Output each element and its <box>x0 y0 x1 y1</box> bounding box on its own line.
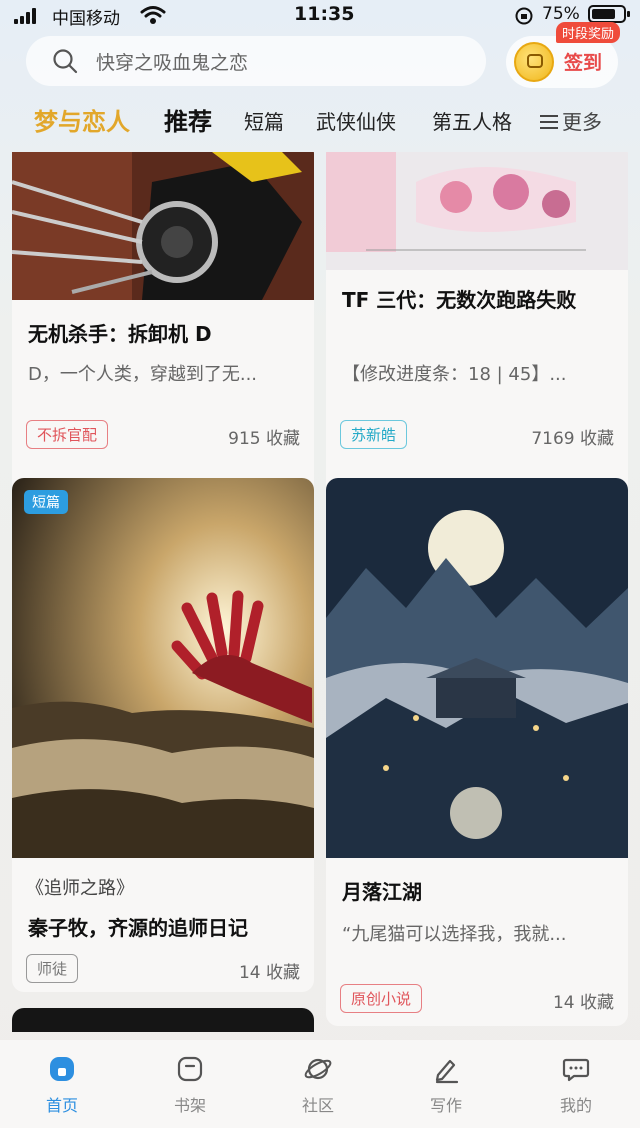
status-bar: 中国移动 11:35 75% <box>0 0 640 32</box>
clock: 11:35 <box>294 3 355 25</box>
nav-label: 社区 <box>301 1096 334 1115</box>
battery-percent: 75% <box>542 4 580 24</box>
nav-home[interactable]: 首页 <box>22 1054 102 1116</box>
search-placeholder: 快穿之吸血鬼之恋 <box>96 51 249 74</box>
book-title: 秦子牧，齐源的追师日记 <box>28 916 248 940</box>
bookshelf-icon <box>177 1056 203 1082</box>
coin-icon <box>514 42 554 82</box>
book-cover-image <box>326 478 628 858</box>
book-title: 月落江湖 <box>342 880 422 904</box>
category-tabs: 梦与恋人 推荐 短篇 武侠仙侠 第五人格 更多 <box>0 104 640 144</box>
book-tag[interactable]: 不拆官配 <box>26 420 109 449</box>
book-description: “九尾猫可以选择我，我就... <box>342 924 567 945</box>
book-tag[interactable]: 师徒 <box>26 954 79 983</box>
book-cover-image <box>12 478 314 858</box>
nav-community[interactable]: 社区 <box>278 1054 358 1116</box>
favorite-count: 7169 收藏 <box>531 429 614 449</box>
wifi-icon <box>140 6 166 24</box>
nav-profile[interactable]: 我的 <box>536 1054 616 1116</box>
book-description: D，一个人类，穿越到了无... <box>28 364 258 385</box>
search-input[interactable]: 快穿之吸血鬼之恋 <box>26 36 486 86</box>
checkin-button[interactable]: 签到 <box>506 36 618 88</box>
planet-icon <box>304 1058 332 1080</box>
book-cover-image <box>12 152 314 300</box>
nav-label: 写作 <box>429 1096 462 1115</box>
battery-icon <box>588 5 630 23</box>
pen-icon <box>435 1059 459 1084</box>
book-cover-image <box>326 152 628 270</box>
tab-recommend[interactable]: 推荐 <box>164 104 212 140</box>
brand-tab[interactable]: 梦与恋人 <box>34 104 130 140</box>
book-card[interactable]: 月落江湖 “九尾猫可以选择我，我就... 原创小说 14 收藏 <box>326 478 628 1026</box>
short-story-badge: 短篇 <box>24 490 68 514</box>
book-title: 无机杀手：拆卸机 D <box>28 322 212 346</box>
book-series: 《追师之路》 <box>26 878 134 899</box>
book-card[interactable] <box>12 1008 314 1032</box>
nav-label: 书架 <box>173 1096 206 1115</box>
chat-bubble-icon <box>562 1058 590 1082</box>
tab-short[interactable]: 短篇 <box>244 104 284 140</box>
tab-wuxia[interactable]: 武侠仙侠 <box>316 104 396 140</box>
tab-identity-v[interactable]: 第五人格 <box>432 104 524 140</box>
cellular-signal-icon <box>14 8 36 24</box>
reward-badge: 时段奖励 <box>556 22 621 43</box>
book-card[interactable]: 短篇 《追师之路》 秦子牧，齐源的追师日记 师徒 14 收藏 <box>12 478 314 992</box>
battery-level <box>592 9 615 19</box>
nav-bookshelf[interactable]: 书架 <box>150 1054 230 1116</box>
bottom-navigation: 首页 书架 社区 写作 我的 <box>0 1040 640 1128</box>
checkin-label: 签到 <box>564 52 603 74</box>
favorite-count: 14 收藏 <box>238 963 300 983</box>
book-title: TF 三代：无数次跑路失败 <box>342 288 577 312</box>
more-label: 更多 <box>562 110 602 134</box>
favorite-count: 915 收藏 <box>228 429 300 449</box>
nav-label: 首页 <box>45 1096 78 1115</box>
book-tag[interactable]: 原创小说 <box>340 984 423 1013</box>
more-button[interactable]: 更多 <box>540 104 602 140</box>
nav-label: 我的 <box>559 1096 592 1115</box>
carrier-name: 中国移动 <box>52 9 120 29</box>
book-feed: 无机杀手：拆卸机 D D，一个人类，穿越到了无... 不拆官配 915 收藏 T… <box>0 152 640 1032</box>
nav-write[interactable]: 写作 <box>406 1054 486 1116</box>
home-icon <box>50 1057 74 1081</box>
rotation-lock-icon <box>515 7 533 25</box>
search-icon <box>53 49 78 74</box>
favorite-count: 14 收藏 <box>552 993 614 1013</box>
book-tag[interactable]: 苏新皓 <box>340 420 408 449</box>
book-description: 【修改进度条：18 | 45】... <box>342 364 567 385</box>
menu-icon <box>540 115 558 129</box>
